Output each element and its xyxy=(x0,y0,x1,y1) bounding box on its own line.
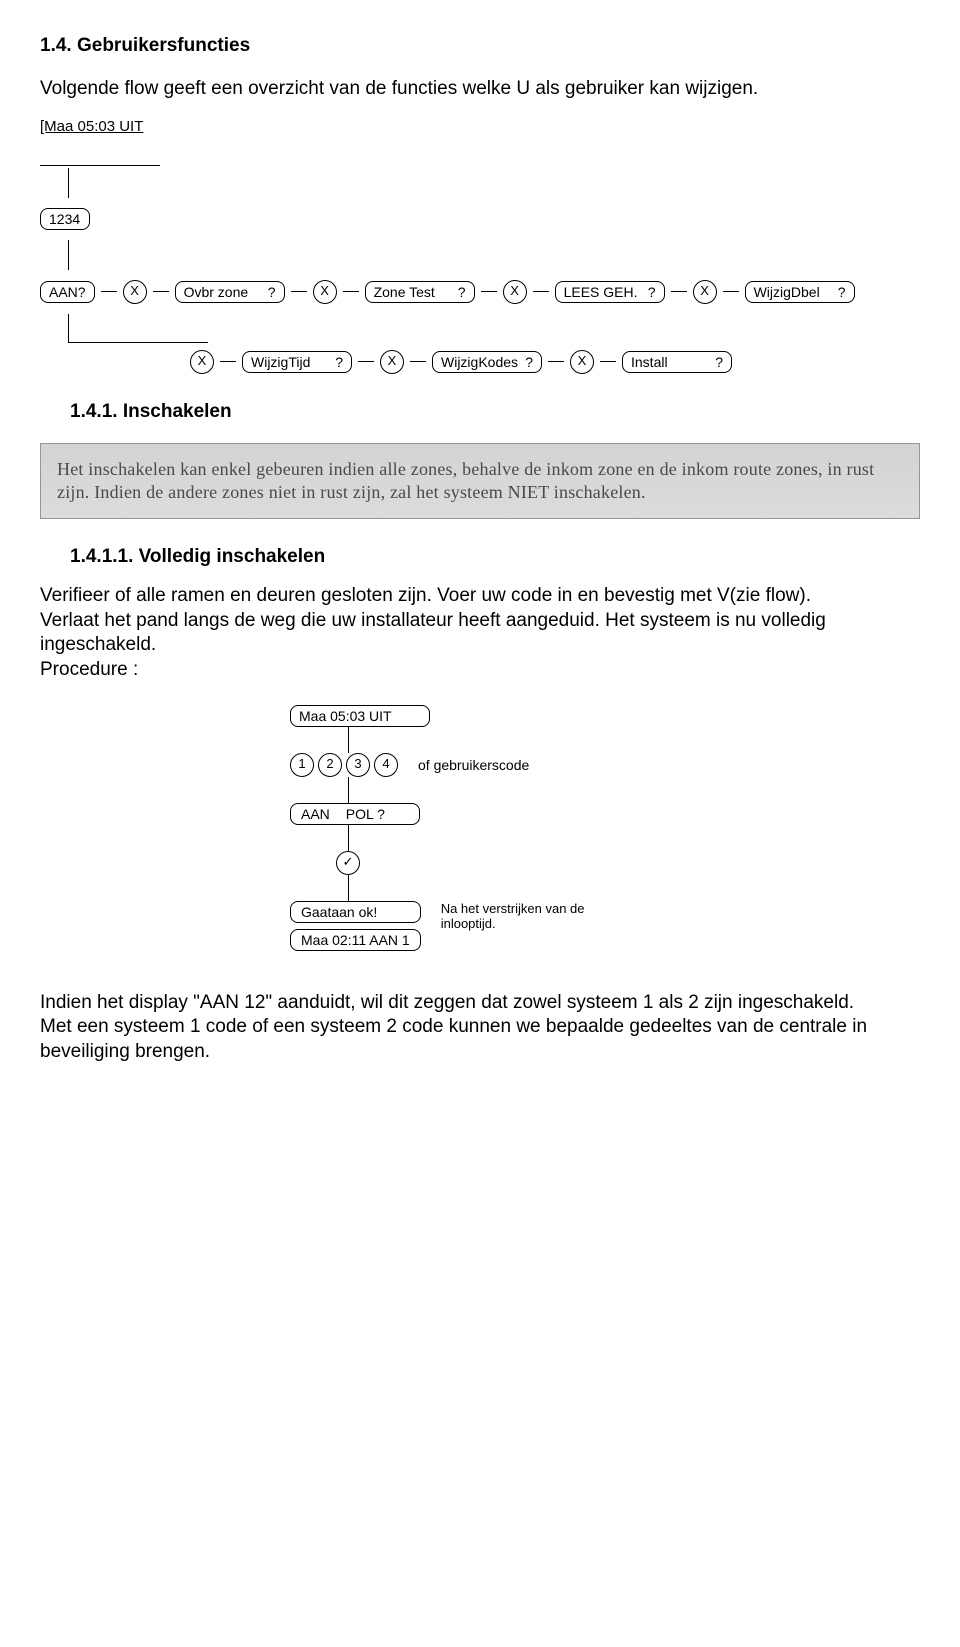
keypad-key: 3 xyxy=(346,753,370,777)
warning-greybox: Het inschakelen kan enkel gebeuren indie… xyxy=(40,443,920,520)
subsection-heading: 1.4.1. Inschakelen xyxy=(70,400,920,425)
pill-zone-test: Zone Test? xyxy=(365,281,475,303)
subsubsection-heading: 1.4.1.1. Volledig inschakelen xyxy=(70,545,920,570)
confirm-key-icon: ✓ xyxy=(336,851,360,875)
user-functions-flow: 1234 AAN? X Ovbr zone? X Zone Test? X LE… xyxy=(40,151,920,374)
flow-top-rule xyxy=(40,151,160,166)
keypad-key: 4 xyxy=(374,753,398,777)
keypad-key: 1 xyxy=(290,753,314,777)
status-line: [Maa 05:03 UIT xyxy=(40,117,920,137)
pill-wijzigdbel: WijzigDbel? xyxy=(745,281,855,303)
intro-paragraph: Volgende flow geeft een overzicht van de… xyxy=(40,77,920,102)
proc-final-display: Maa 02:11 AAN 1 xyxy=(290,929,421,951)
key-x: X xyxy=(503,280,527,304)
enable-procedure-flow: Maa 05:03 UIT 1 2 3 4 of gebruikerscode … xyxy=(290,705,920,951)
code-box: 1234 xyxy=(40,208,90,230)
keypad-key: 2 xyxy=(318,753,342,777)
proc-gaataan-display: Gaataan ok! xyxy=(290,901,421,923)
pill-lees-geh: LEES GEH.? xyxy=(555,281,665,303)
flow-row-1: AAN? X Ovbr zone? X Zone Test? X LEES GE… xyxy=(40,280,920,304)
footer-paragraph: Indien het display "AAN 12" aanduidt, wi… xyxy=(40,991,920,1065)
key-x: X xyxy=(693,280,717,304)
key-x: X xyxy=(123,280,147,304)
proc-start-display: Maa 05:03 UIT xyxy=(290,705,430,727)
final-caption: Na het verstrijken van de inlooptijd. xyxy=(441,901,631,932)
procedure-intro: Verifieer of alle ramen en deuren geslot… xyxy=(40,584,920,683)
pill-aan: AAN? xyxy=(40,281,95,303)
key-x: X xyxy=(313,280,337,304)
keys-caption: of gebruikerscode xyxy=(418,756,529,774)
proc-aan-display: AAN POL ? xyxy=(290,803,420,825)
section-heading: 1.4. Gebruikersfuncties xyxy=(40,34,920,59)
pill-ovbr-zone: Ovbr zone? xyxy=(175,281,285,303)
